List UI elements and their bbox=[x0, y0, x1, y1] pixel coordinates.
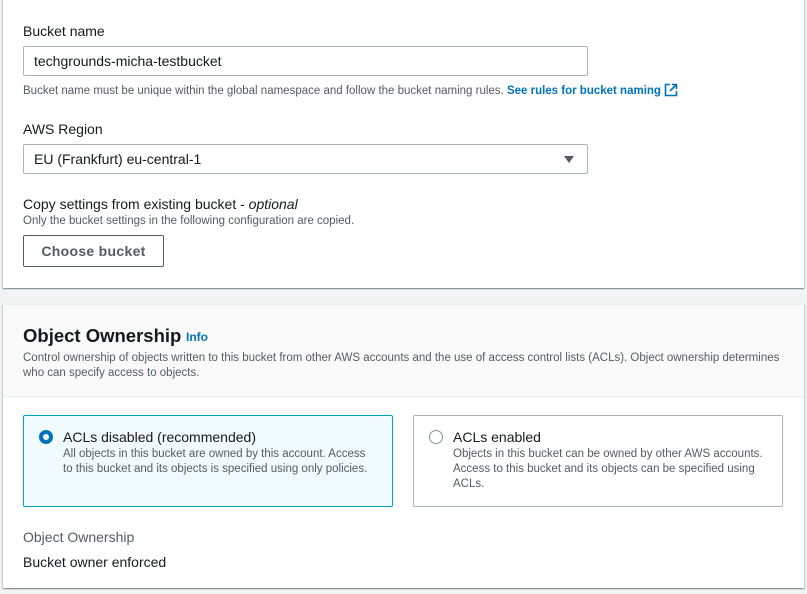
object-ownership-title: Object Ownership bbox=[23, 325, 182, 346]
object-ownership-info-link[interactable]: Info bbox=[186, 330, 208, 344]
aws-region-select[interactable]: EU (Frankfurt) eu-central-1 bbox=[23, 144, 588, 174]
copy-settings-hint: Only the bucket settings in the followin… bbox=[23, 215, 355, 227]
acls-disabled-radio[interactable] bbox=[39, 430, 53, 444]
acls-disabled-option[interactable]: ACLs disabled (recommended) All objects … bbox=[23, 415, 393, 507]
aws-region-label: AWS Region bbox=[23, 121, 103, 137]
copy-settings-optional: optional bbox=[248, 196, 298, 212]
acls-enabled-description: Objects in this bucket can be owned by o… bbox=[453, 448, 763, 490]
external-link-icon bbox=[664, 83, 678, 97]
bucket-naming-rules-link[interactable]: See rules for bucket naming bbox=[506, 83, 678, 97]
choose-bucket-button[interactable]: Choose bucket bbox=[23, 235, 164, 267]
acls-enabled-option[interactable]: ACLs enabled Objects in this bucket can … bbox=[413, 415, 783, 507]
acls-enabled-radio[interactable] bbox=[429, 430, 443, 444]
general-configuration-panel: Bucket name Bucket name must be unique w… bbox=[3, 0, 804, 288]
acls-enabled-label: ACLs enabled bbox=[453, 429, 541, 445]
bucket-naming-rules-link-text: See rules for bucket naming bbox=[506, 85, 661, 97]
bucket-name-input[interactable] bbox=[23, 46, 588, 76]
acls-disabled-label: ACLs disabled (recommended) bbox=[63, 429, 256, 445]
acls-disabled-description: All objects in this bucket are owned by … bbox=[63, 448, 368, 475]
object-ownership-panel: Object Ownership Info Control ownership … bbox=[3, 304, 804, 588]
caret-down-icon bbox=[564, 156, 574, 163]
aws-region-selected-value: EU (Frankfurt) eu-central-1 bbox=[34, 151, 202, 167]
copy-settings-label-text: Copy settings from existing bucket - bbox=[23, 196, 249, 212]
copy-settings-label: Copy settings from existing bucket - opt… bbox=[23, 196, 298, 212]
object-ownership-result-value: Bucket owner enforced bbox=[23, 554, 167, 570]
object-ownership-description: Control ownership of objects written to … bbox=[23, 352, 780, 379]
bucket-name-label: Bucket name bbox=[23, 23, 105, 39]
object-ownership-result-label: Object Ownership bbox=[23, 529, 135, 545]
bucket-name-hint-text: Bucket name must be unique within the gl… bbox=[23, 85, 504, 97]
bucket-name-hint: Bucket name must be unique within the gl… bbox=[23, 83, 678, 97]
object-ownership-header: Object Ownership Info Control ownership … bbox=[3, 305, 804, 397]
